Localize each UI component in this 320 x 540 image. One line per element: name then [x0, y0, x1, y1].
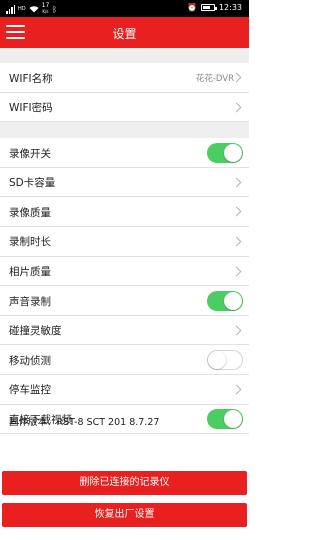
- toggle-switch[interactable]: [207, 290, 243, 311]
- settings-row[interactable]: 碰撞灵敏度: [0, 315, 249, 346]
- chevron-right-icon: [231, 236, 242, 247]
- settings-row-label: WIFI名称: [9, 72, 53, 85]
- settings-row[interactable]: SD卡容量: [0, 167, 249, 198]
- clock: 12:33: [218, 3, 242, 12]
- delete-recorder-button[interactable]: 删除已连接的记录仪: [2, 471, 247, 495]
- toggle-switch[interactable]: [207, 349, 243, 370]
- alarm-icon: ⏰: [186, 3, 197, 12]
- signal-icon: [6, 4, 15, 14]
- settings-row-label: 录像质量: [9, 206, 51, 219]
- toggle-switch[interactable]: [207, 409, 243, 430]
- settings-row-label: 声音录制: [9, 295, 51, 308]
- app-bar: 设置: [0, 17, 249, 48]
- section-gap: [0, 48, 249, 63]
- settings-row-label: 相片质量: [9, 266, 51, 279]
- chevron-right-icon: [231, 206, 242, 217]
- settings-row-value: 花花-DVR: [195, 73, 234, 84]
- chevron-right-icon: [231, 325, 242, 336]
- settings-row[interactable]: 录像开关: [0, 138, 249, 168]
- settings-row[interactable]: 录制时长: [0, 226, 249, 257]
- hd-badge: HD: [18, 6, 26, 12]
- settings-row[interactable]: 移动侦测: [0, 345, 249, 375]
- settings-row-label: 移动侦测: [9, 354, 51, 367]
- chevron-right-icon: [231, 102, 242, 113]
- recording-section: 录像开关 SD卡容量 录像质量 录制时长 相片质量 声音录制 碰撞灵敏度 移动侦测 停车监控 直接…: [0, 138, 249, 435]
- settings-row[interactable]: 停车监控: [0, 374, 249, 405]
- settings-row-label: SD卡容量: [9, 177, 56, 190]
- chevron-right-icon: [231, 177, 242, 188]
- settings-list: WIFI名称 花花-DVR WIFI密码 录像开关 SD卡容量录像质量录制时长相片质量…: [0, 48, 249, 435]
- toggle-knob: [224, 143, 242, 162]
- settings-row-label: WIFI密码: [9, 102, 53, 115]
- settings-row[interactable]: WIFI密码: [0, 92, 249, 123]
- page-title: 设置: [112, 27, 137, 41]
- chevron-right-icon: [231, 266, 242, 277]
- settings-row-label: 录制时长: [9, 236, 51, 249]
- section-gap: [0, 122, 249, 139]
- chevron-right-icon: [231, 384, 242, 395]
- toggle-switch[interactable]: [207, 142, 243, 163]
- wifi-section: WIFI名称 花花-DVR WIFI密码: [0, 63, 249, 123]
- bluetooth-icon: ᛒ: [52, 4, 58, 14]
- battery-icon: [200, 4, 217, 11]
- wifi-icon: [29, 6, 39, 13]
- status-bar: HD 17 K/s ᛒ ⏰ 12:33: [0, 0, 249, 17]
- firmware-version: 固件版本：RST-8 SCT 201 8.7.27: [9, 417, 160, 428]
- toggle-knob: [208, 350, 226, 369]
- settings-row[interactable]: WIFI名称 花花-DVR: [0, 63, 249, 93]
- settings-row[interactable]: 相片质量: [0, 256, 249, 287]
- settings-row-label: 录像开关: [9, 147, 51, 160]
- settings-row[interactable]: 录像质量: [0, 197, 249, 227]
- settings-row-label: 碰撞灵敏度: [9, 325, 62, 338]
- toggle-knob: [224, 291, 242, 310]
- settings-row-label: 停车监控: [9, 384, 51, 397]
- settings-row[interactable]: 声音录制: [0, 286, 249, 316]
- net-speed: 17 K/s: [41, 2, 50, 15]
- factory-reset-button[interactable]: 恢复出厂设置: [2, 503, 247, 527]
- toggle-knob: [224, 410, 242, 429]
